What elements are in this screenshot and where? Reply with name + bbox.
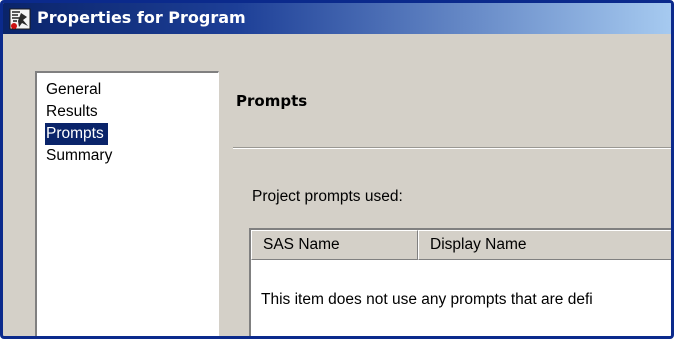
- nav-item-prompts[interactable]: Prompts: [45, 123, 108, 145]
- table-header: SAS Name Display Name: [251, 230, 671, 260]
- nav-item-general[interactable]: General: [45, 79, 105, 101]
- empty-table-message: This item does not use any prompts that …: [261, 291, 593, 308]
- program-icon: [9, 8, 31, 30]
- column-header-sas-name[interactable]: SAS Name: [251, 230, 418, 260]
- properties-dialog: Properties for Program General Results P…: [0, 0, 674, 339]
- title-bar[interactable]: Properties for Program: [3, 3, 671, 34]
- nav-list[interactable]: General Results Prompts Summary: [35, 71, 219, 336]
- section-divider: [233, 147, 671, 149]
- prompts-used-label: Project prompts used:: [252, 188, 403, 205]
- prompts-table[interactable]: SAS Name Display Name This item does not…: [249, 228, 671, 336]
- window-title: Properties for Program: [37, 8, 246, 27]
- section-title: Prompts: [236, 92, 308, 110]
- nav-item-summary[interactable]: Summary: [45, 145, 116, 167]
- nav-item-results[interactable]: Results: [45, 101, 102, 123]
- column-header-display-name[interactable]: Display Name: [418, 230, 671, 260]
